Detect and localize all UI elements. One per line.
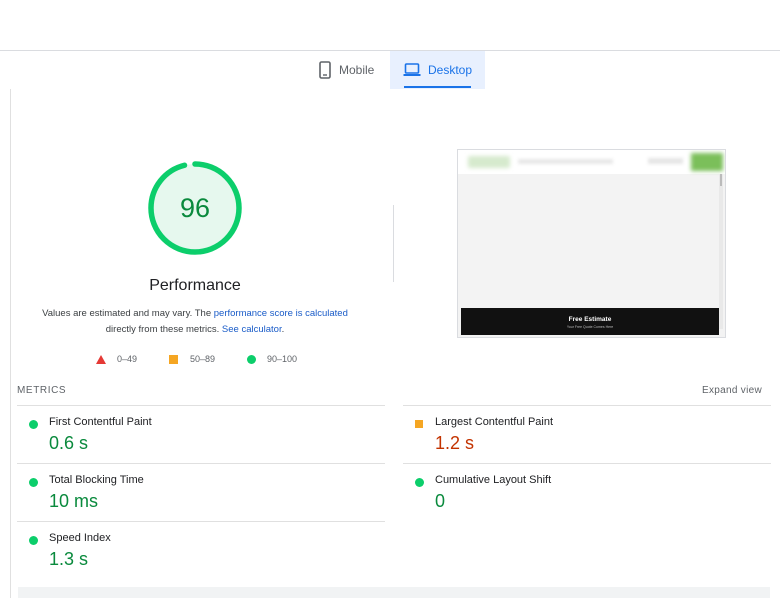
metric-fcp: First Contentful Paint 0.6 s [17, 405, 385, 463]
metric-cls: Cumulative Layout Shift 0 [403, 463, 771, 521]
legend-fail: 0–49 [96, 354, 137, 364]
legend-pass: 90–100 [247, 354, 297, 364]
performance-description: Values are estimated and may vary. The p… [30, 306, 360, 338]
metric-name: Total Blocking Time [49, 474, 144, 486]
thumbnail-header [458, 150, 725, 174]
thumbnail-footer-sub: Your Free Quote Comes Here [566, 325, 614, 329]
thumbnail-nav [518, 159, 613, 164]
metric-value: 0.6 s [49, 433, 89, 453]
pass-circle-icon [29, 420, 38, 429]
top-bar [0, 0, 780, 51]
metric-si: Speed Index 1.3 s [17, 521, 385, 579]
tab-desktop-label: Desktop [428, 63, 473, 77]
metric-name: First Contentful Paint [49, 416, 152, 428]
metric-name: Largest Contentful Paint [435, 416, 554, 428]
pass-circle-icon [415, 478, 424, 487]
phone-icon [319, 61, 331, 79]
performance-gauge: 96 [146, 159, 244, 257]
metrics-section-label: METRICS [17, 385, 67, 396]
tab-active-indicator [404, 86, 471, 88]
next-section-strip [18, 587, 770, 598]
see-calculator-link[interactable]: See calculator [222, 324, 282, 335]
pass-circle-icon [247, 354, 256, 364]
metric-value: 1.2 s [435, 433, 475, 453]
performance-score: 96 [179, 192, 211, 223]
metric-value: 10 ms [49, 491, 99, 511]
fail-triangle-icon [96, 354, 106, 364]
description-text-2: directly from these metrics. [105, 324, 222, 335]
description-end: . [281, 324, 285, 335]
metric-tbt: Total Blocking Time 10 ms [17, 463, 385, 521]
legend-fail-label: 0–49 [117, 354, 138, 364]
vertical-divider [393, 205, 394, 282]
legend-average-label: 50–89 [190, 354, 216, 364]
metric-name: Cumulative Layout Shift [435, 474, 552, 486]
legend-pass-label: 90–100 [267, 354, 298, 364]
performance-score-link[interactable]: performance score is calculated [214, 308, 348, 319]
device-tabs: Mobile Desktop [0, 51, 780, 89]
metric-value: 0 [435, 491, 446, 511]
thumbnail-logo [468, 156, 510, 168]
performance-title: Performance [149, 277, 241, 294]
average-square-icon [169, 354, 178, 364]
description-text: Values are estimated and may vary. The [42, 308, 214, 319]
thumbnail-cta-button [691, 153, 723, 171]
pass-circle-icon [29, 478, 38, 487]
thumbnail-phone [648, 158, 683, 164]
legend-average: 50–89 [169, 354, 215, 364]
average-square-icon [415, 420, 423, 428]
pass-circle-icon [29, 536, 38, 545]
thumbnail-scrollbar [719, 174, 723, 329]
thumbnail-scroll-thumb [720, 174, 722, 186]
thumbnail-footer-banner: Free Estimate Your Free Quote Comes Here [461, 308, 719, 335]
tab-mobile[interactable]: Mobile [310, 51, 390, 89]
tab-mobile-label: Mobile [339, 63, 375, 77]
metric-value: 1.3 s [49, 549, 89, 569]
tab-desktop[interactable]: Desktop [390, 51, 485, 89]
expand-view-toggle[interactable]: Expand view [702, 385, 762, 396]
laptop-icon [403, 63, 421, 76]
thumbnail-footer-title: Free Estimate [568, 316, 612, 323]
page-screenshot-thumbnail: Free Estimate Your Free Quote Comes Here [457, 149, 726, 338]
metric-name: Speed Index [49, 532, 111, 544]
metric-lcp: Largest Contentful Paint 1.2 s [403, 405, 771, 463]
